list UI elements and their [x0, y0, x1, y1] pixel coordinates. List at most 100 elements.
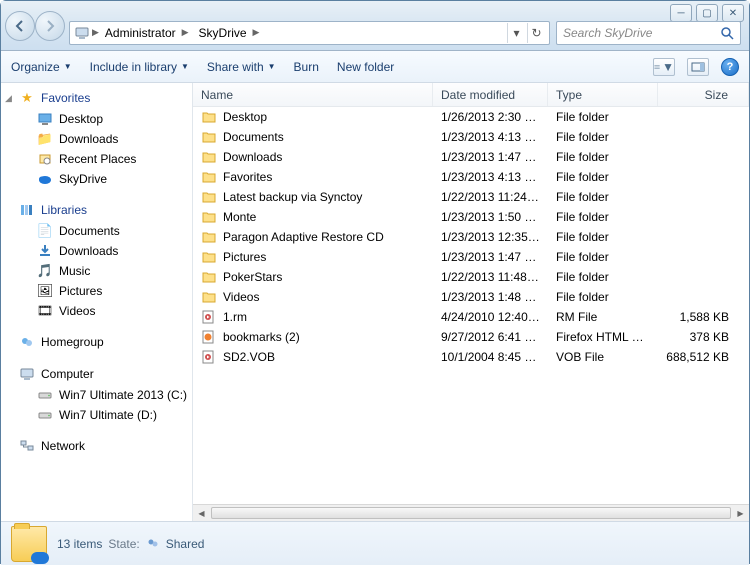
address-bar[interactable]: ▶ Administrator▶ SkyDrive▶ ▾ ↻: [69, 21, 550, 45]
nav-item-desktop[interactable]: Desktop: [5, 109, 192, 129]
new-folder-button[interactable]: New folder: [337, 60, 394, 74]
search-input[interactable]: Search SkyDrive: [556, 21, 741, 45]
forward-button[interactable]: [35, 11, 65, 41]
file-size: 378 KB: [658, 330, 749, 344]
media-icon: [201, 349, 217, 365]
file-name: Pictures: [223, 250, 266, 264]
folder-icon: [201, 189, 217, 205]
favorites-group[interactable]: ◢★Favorites: [5, 87, 192, 109]
file-row[interactable]: Downloads1/23/2013 1:47 PMFile folder: [193, 147, 749, 167]
file-row[interactable]: Videos1/23/2013 1:48 PMFile folder: [193, 287, 749, 307]
titlebar: ─ ▢ ✕ ▶ Administrator▶ SkyDrive▶ ▾ ↻ Sea…: [1, 1, 749, 51]
nav-item-drive-c[interactable]: Win7 Ultimate 2013 (C:): [5, 385, 192, 405]
window-controls: ─ ▢ ✕: [670, 4, 744, 22]
file-name: Paragon Adaptive Restore CD: [223, 230, 384, 244]
file-row[interactable]: Paragon Adaptive Restore CD1/23/2013 12:…: [193, 227, 749, 247]
navigation-pane: ◢★Favorites Desktop 📁Downloads Recent Pl…: [1, 83, 193, 521]
file-type: File folder: [548, 210, 658, 224]
file-row[interactable]: Latest backup via Synctoy1/22/2013 11:24…: [193, 187, 749, 207]
folder-skydrive-icon: [11, 526, 47, 562]
file-row[interactable]: Pictures1/23/2013 1:47 PMFile folder: [193, 247, 749, 267]
file-type: File folder: [548, 150, 658, 164]
search-icon[interactable]: [720, 26, 734, 40]
file-name: Desktop: [223, 110, 267, 124]
folder-icon: [201, 249, 217, 265]
burn-button[interactable]: Burn: [294, 60, 319, 74]
documents-icon: 📄: [37, 223, 53, 239]
star-icon: ★: [19, 90, 35, 106]
file-row[interactable]: PokerStars1/22/2013 11:48 ...File folder: [193, 267, 749, 287]
refresh-button[interactable]: ↻: [527, 23, 545, 43]
file-row[interactable]: Desktop1/26/2013 2:30 PMFile folder: [193, 107, 749, 127]
column-type[interactable]: Type: [548, 83, 658, 106]
file-row[interactable]: 1.rm4/24/2010 12:40 ...RM File1,588 KB: [193, 307, 749, 327]
column-size[interactable]: Size: [658, 83, 749, 106]
music-icon: 🎵: [37, 263, 53, 279]
file-row[interactable]: Favorites1/23/2013 4:13 PMFile folder: [193, 167, 749, 187]
file-date: 1/26/2013 2:30 PM: [433, 110, 548, 124]
breadcrumb-segment[interactable]: Administrator▶: [101, 22, 195, 44]
minimize-button[interactable]: ─: [670, 4, 692, 22]
breadcrumb-separator-icon[interactable]: ▶: [90, 27, 101, 38]
state-label: State:: [108, 537, 139, 551]
scroll-left-button[interactable]: ◀: [193, 506, 210, 521]
nav-item-drive-d[interactable]: Win7 Ultimate (D:): [5, 405, 192, 425]
file-date: 1/23/2013 4:13 PM: [433, 170, 548, 184]
nav-item-downloads[interactable]: 📁Downloads: [5, 129, 192, 149]
file-name: Videos: [223, 290, 259, 304]
scroll-thumb[interactable]: [211, 507, 731, 519]
nav-item-recent[interactable]: Recent Places: [5, 149, 192, 169]
file-row[interactable]: Documents1/23/2013 4:13 PMFile folder: [193, 127, 749, 147]
file-type: Firefox HTML Doc...: [548, 330, 658, 344]
nav-item-skydrive[interactable]: SkyDrive: [5, 169, 192, 189]
nav-item-videos[interactable]: 🎞Videos: [5, 301, 192, 321]
file-size: 688,512 KB: [658, 350, 749, 364]
collapse-icon[interactable]: ◢: [5, 93, 12, 104]
nav-item-documents[interactable]: 📄Documents: [5, 221, 192, 241]
network-icon: [19, 438, 35, 454]
file-date: 9/27/2012 6:41 PM: [433, 330, 548, 344]
column-name[interactable]: Name: [193, 83, 433, 106]
arrow-left-icon: [14, 20, 26, 32]
folder-icon: 📁: [37, 131, 53, 147]
homegroup[interactable]: Homegroup: [5, 331, 192, 353]
preview-pane-button[interactable]: [687, 58, 709, 76]
nav-item-music[interactable]: 🎵Music: [5, 261, 192, 281]
column-date[interactable]: Date modified: [433, 83, 548, 106]
nav-item-lib-downloads[interactable]: Downloads: [5, 241, 192, 261]
file-type: File folder: [548, 230, 658, 244]
share-with-menu[interactable]: Share with▼: [207, 60, 276, 74]
address-dropdown-button[interactable]: ▾: [507, 23, 525, 43]
horizontal-scrollbar[interactable]: ◀ ▶: [193, 504, 749, 521]
file-row[interactable]: bookmarks (2)9/27/2012 6:41 PMFirefox HT…: [193, 327, 749, 347]
view-options-button[interactable]: ▼: [653, 58, 675, 76]
organize-menu[interactable]: Organize▼: [11, 60, 72, 74]
file-date: 1/22/2013 11:24 ...: [433, 190, 548, 204]
file-list[interactable]: Desktop 1/26/2013 2:30 PM File folder Docum…: [193, 107, 749, 504]
search-placeholder: Search SkyDrive: [563, 26, 652, 40]
file-name: Monte: [223, 210, 256, 224]
computer-group[interactable]: Computer: [5, 363, 192, 385]
file-type: File folder: [548, 270, 658, 284]
breadcrumb-segment[interactable]: SkyDrive▶: [195, 22, 266, 44]
file-row[interactable]: SD2.VOB10/1/2004 8:45 PMVOB File688,512 …: [193, 347, 749, 367]
file-row[interactable]: Monte1/23/2013 1:50 PMFile folder: [193, 207, 749, 227]
nav-item-pictures[interactable]: 🖼Pictures: [5, 281, 192, 301]
back-button[interactable]: [5, 11, 35, 41]
libraries-icon: [19, 202, 35, 218]
maximize-button[interactable]: ▢: [696, 4, 718, 22]
file-size: 1,588 KB: [658, 310, 749, 324]
network-group[interactable]: Network: [5, 435, 192, 457]
include-library-menu[interactable]: Include in library▼: [90, 60, 189, 74]
help-button[interactable]: ?: [721, 58, 739, 76]
folder-icon: [201, 129, 217, 145]
content-pane: Name Date modified Type Size Desktop 1/26…: [193, 83, 749, 521]
file-date: 4/24/2010 12:40 ...: [433, 310, 548, 324]
toolbar: Organize▼ Include in library▼ Share with…: [1, 51, 749, 83]
scroll-right-button[interactable]: ▶: [732, 506, 749, 521]
download-icon: [37, 243, 53, 259]
libraries-group[interactable]: Libraries: [5, 199, 192, 221]
videos-icon: 🎞: [37, 303, 53, 319]
close-button[interactable]: ✕: [722, 4, 744, 22]
computer-icon: [74, 25, 90, 41]
